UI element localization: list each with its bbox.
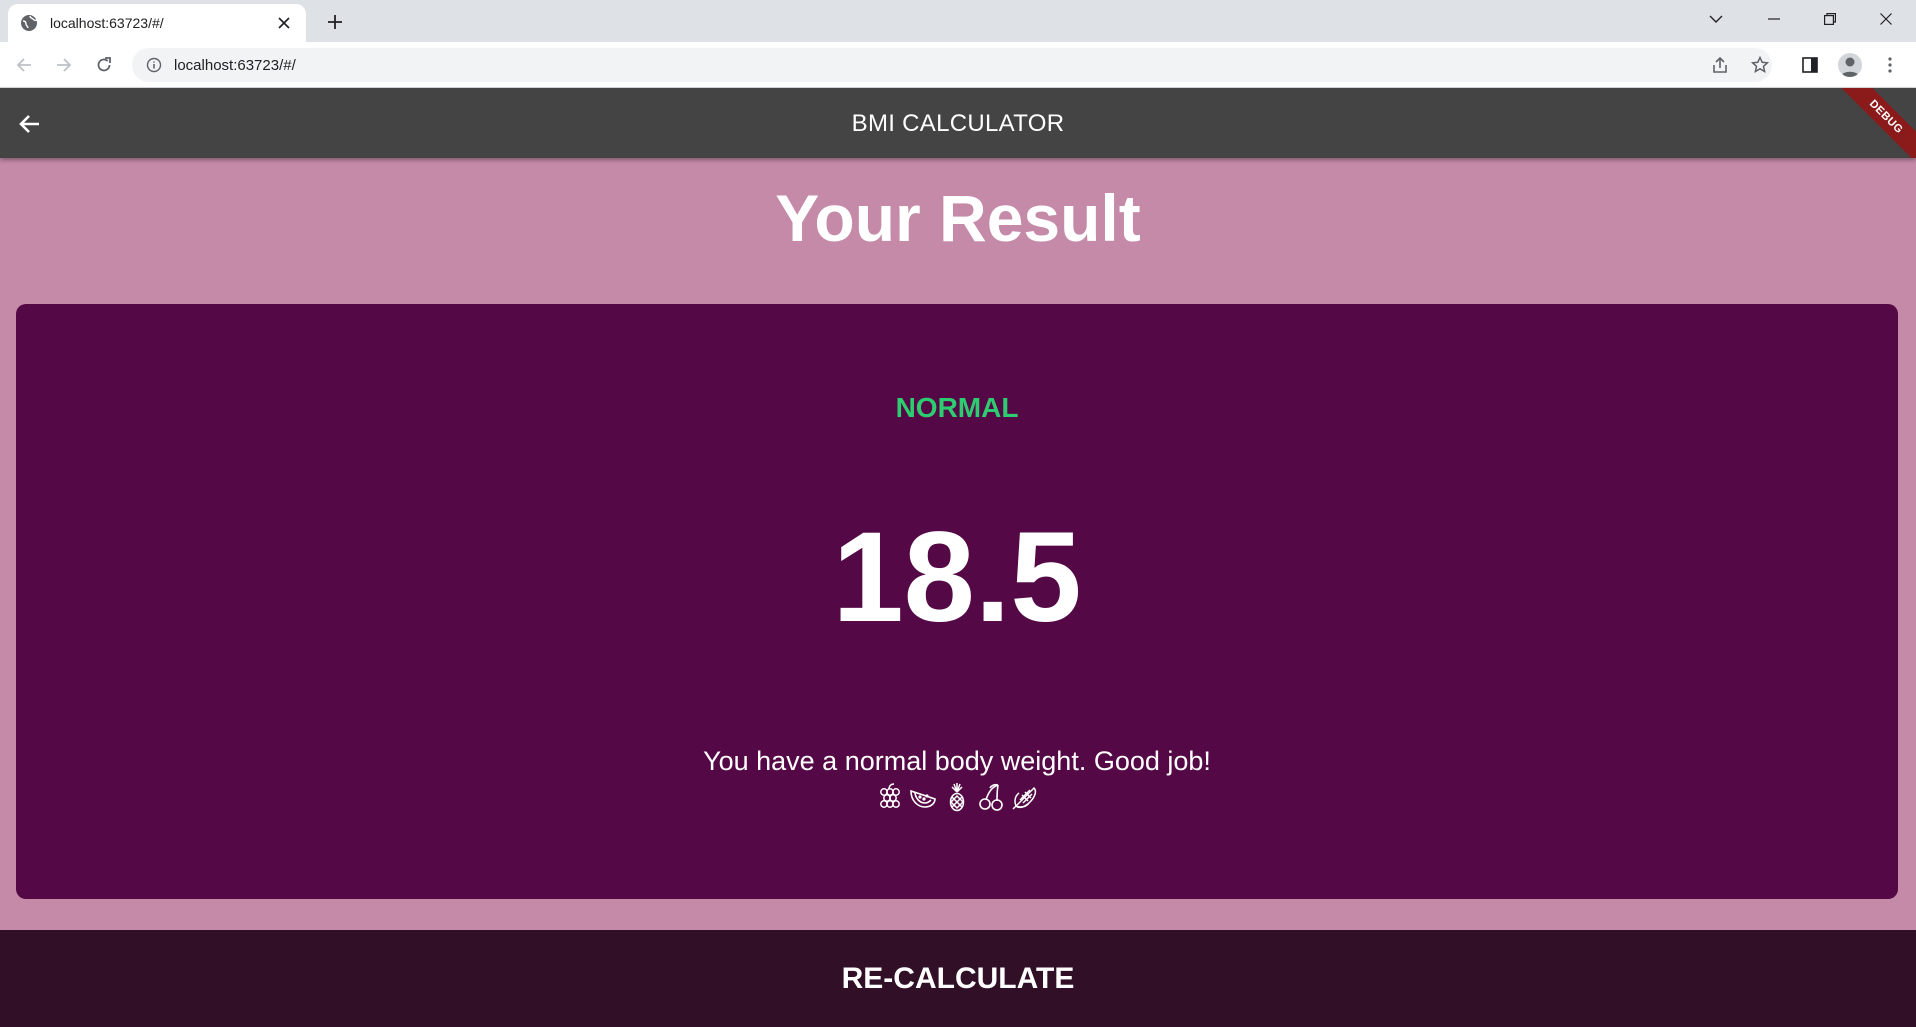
result-message: You have a normal body weight. Good job! [703,746,1211,776]
tab-search-icon[interactable] [1688,0,1744,38]
reload-icon[interactable] [90,51,118,79]
bmi-value: 18.5 [832,506,1082,649]
back-nav-icon[interactable] [10,51,38,79]
result-card: NORMAL 18.5 You have a normal body weigh… [16,304,1898,899]
app-bar: BMI CALCULATOR DEBUG [0,88,1916,158]
recalculate-button[interactable]: RE-CALCULATE [0,930,1916,1027]
forward-nav-icon[interactable] [50,51,78,79]
bookmark-star-icon[interactable] [1746,51,1774,79]
profile-avatar[interactable] [1836,51,1864,79]
pineapple-icon [943,782,971,812]
browser-toolbar: localhost:63723/#/ [0,42,1916,88]
tab-title: localhost:63723/#/ [50,15,164,31]
cherries-icon [977,782,1005,812]
page-title: Your Result [775,181,1141,255]
corn-icon [1011,782,1039,812]
bmi-status-label: NORMAL [895,392,1019,423]
site-info-icon[interactable] [146,57,162,73]
restore-icon[interactable] [1802,0,1858,38]
globe-icon [20,14,38,32]
grapes-icon [875,782,903,812]
fruit-icons-row [16,782,1898,812]
app-title: BMI CALCULATOR [851,110,1065,137]
browser-tabstrip: localhost:63723/#/ [0,0,1916,42]
share-icon[interactable] [1706,51,1734,79]
address-bar[interactable]: localhost:63723/#/ [132,48,1772,82]
url-text: localhost:63723/#/ [174,56,296,74]
side-panel-icon[interactable] [1796,51,1824,79]
minimize-icon[interactable] [1746,0,1802,38]
new-tab-icon[interactable] [322,9,348,35]
close-window-icon[interactable] [1858,0,1914,38]
watermelon-icon [909,782,937,812]
browser-tab[interactable]: localhost:63723/#/ [8,4,306,42]
menu-kebab-icon[interactable] [1876,51,1904,79]
close-tab-icon[interactable] [274,13,294,33]
